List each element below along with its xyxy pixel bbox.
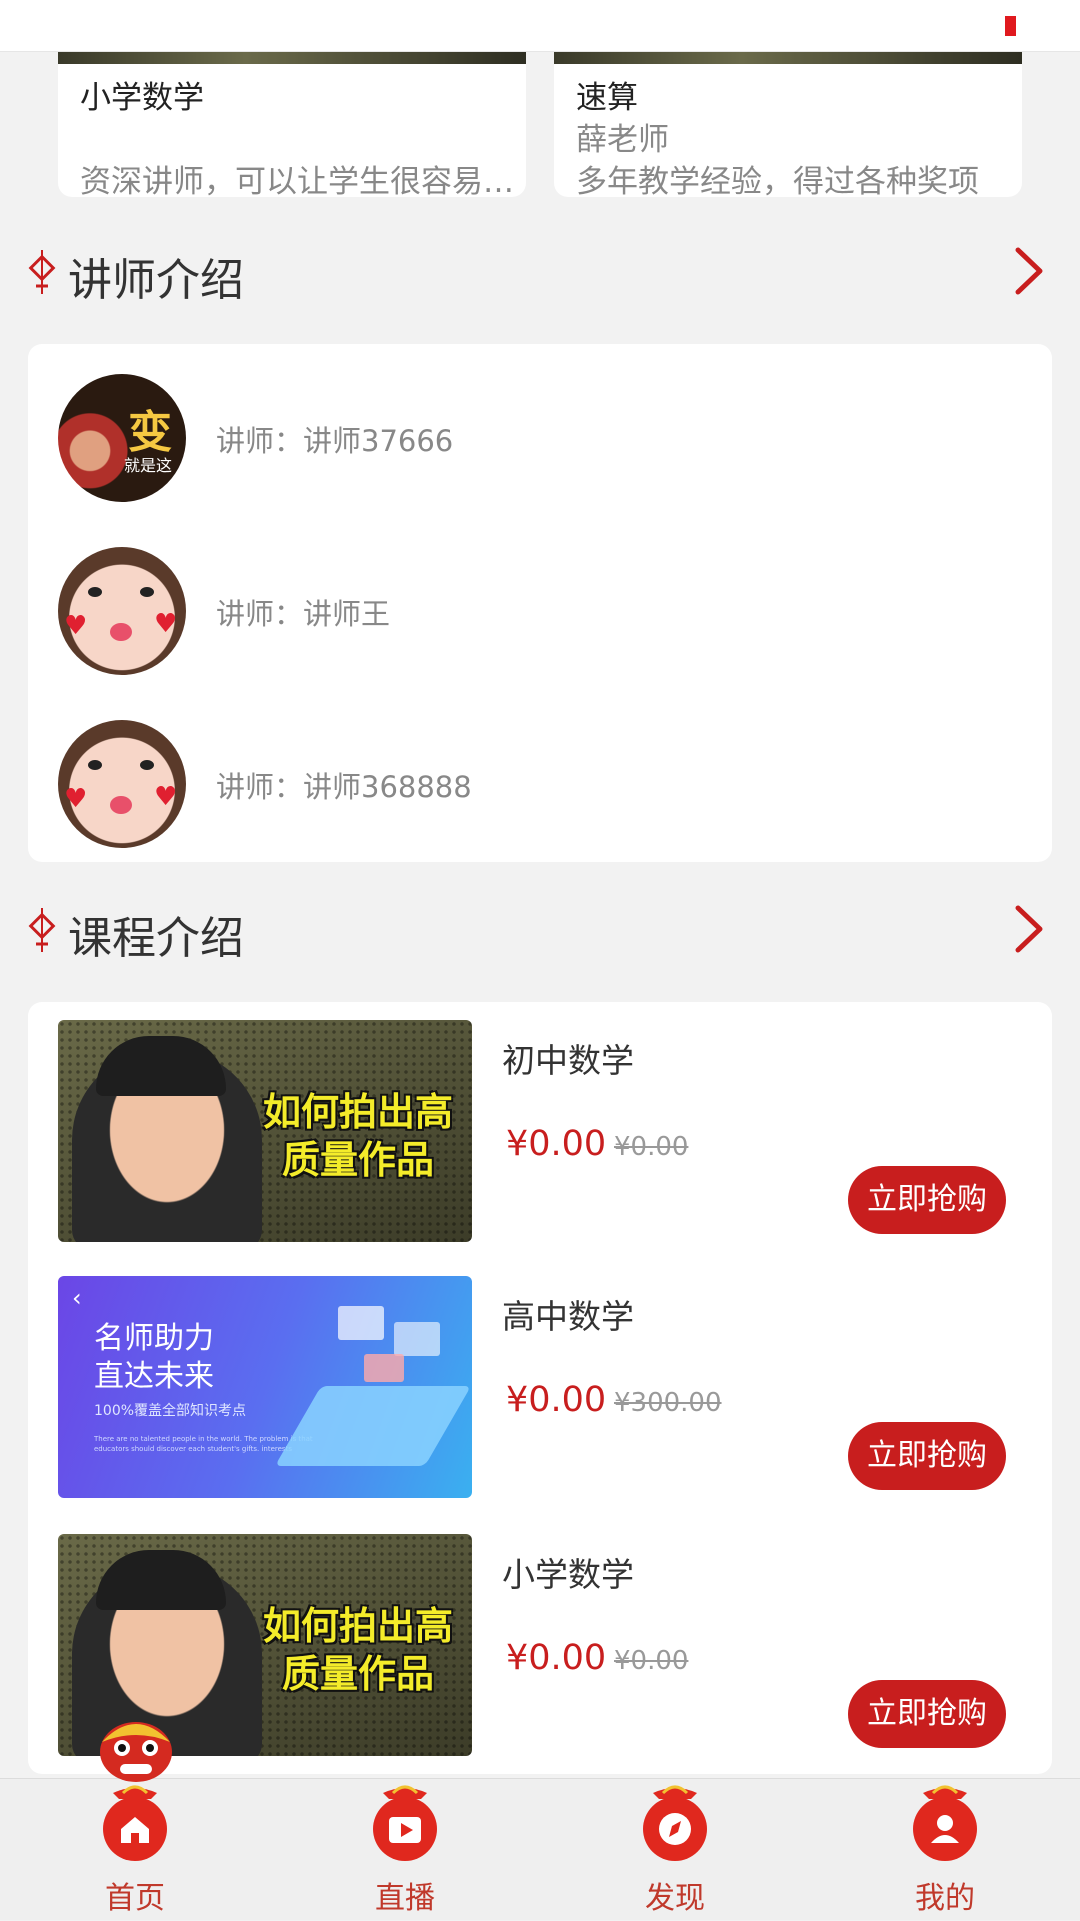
course-title: 小学数学 (502, 1555, 634, 1594)
nav-item-discover[interactable]: 发现 (595, 1779, 755, 1921)
avatar: 变 就是这 (58, 374, 186, 502)
course-item[interactable]: 如何拍出高质量作品 初中数学 ¥0.00 ¥0.00 立即抢购 (28, 1020, 1052, 1246)
course-item[interactable]: 如何拍出高质量作品 小学数学 ¥0.00 ¥0.00 立即抢购 (28, 1534, 1052, 1760)
home-icon (103, 1785, 167, 1861)
nav-item-home[interactable]: 首页 (55, 1779, 215, 1921)
section-title: 讲师介绍 (68, 255, 244, 306)
avatar-text: 变 (128, 407, 172, 458)
avatar-text: 就是这 (124, 456, 173, 475)
heart-icon: ♥ (154, 782, 178, 812)
courses-section-header[interactable]: 课程介绍 (0, 890, 1080, 970)
course-title: 高中数学 (502, 1297, 634, 1336)
teachers-list: 变 就是这 讲师：讲师37666 ♥ ♥ 讲师：讲师王 ♥ ♥ 讲师：讲师368… (28, 344, 1052, 862)
course-title: 初中数学 (502, 1041, 634, 1080)
nav-item-live[interactable]: 直播 (325, 1779, 485, 1921)
teacher-item[interactable]: ♥ ♥ 讲师：讲师368888 (28, 720, 1052, 850)
card-description: 多年教学经验，得过各种奖项 (576, 164, 979, 197)
heart-icon: ♥ (64, 784, 88, 814)
card-image (554, 52, 1022, 64)
course-original-price: ¥0.00 (614, 1646, 689, 1676)
course-price: ¥0.00 (506, 1638, 607, 1678)
compass-icon (643, 1785, 707, 1861)
thumbnail-small-text: There are no talented people in the worl… (94, 1435, 313, 1453)
card-title: 小学数学 (80, 80, 204, 116)
heart-icon: ♥ (64, 611, 88, 641)
buy-now-button[interactable]: 立即抢购 (848, 1422, 1006, 1490)
lion-dance-icon[interactable] (94, 1706, 178, 1786)
nav-label: 首页 (105, 1881, 165, 1916)
user-icon (913, 1785, 977, 1861)
course-thumbnail[interactable]: 如何拍出高质量作品 (58, 1020, 472, 1242)
avatar: ♥ ♥ (58, 547, 186, 675)
course-price: ¥0.00 (506, 1124, 607, 1164)
live-icon (373, 1785, 437, 1861)
heart-icon: ♥ (154, 609, 178, 639)
buy-now-button[interactable]: 立即抢购 (848, 1680, 1006, 1748)
nav-label: 发现 (645, 1881, 705, 1916)
chinese-knot-icon (28, 250, 56, 294)
card-title: 速算 (576, 80, 638, 116)
teacher-name: 讲师：讲师37666 (216, 424, 454, 458)
device-illustration (274, 1386, 472, 1466)
card-teacher: 薛老师 (576, 122, 669, 158)
buy-now-button[interactable]: 立即抢购 (848, 1166, 1006, 1234)
teacher-name: 讲师：讲师王 (216, 597, 391, 631)
thumbnail-headline: 如何拍出高质量作品 (262, 1604, 453, 1696)
card-image (58, 52, 526, 64)
teacher-item[interactable]: ♥ ♥ 讲师：讲师王 (28, 547, 1052, 677)
teacher-item[interactable]: 变 就是这 讲师：讲师37666 (28, 374, 1052, 504)
card-description: 资深讲师，可以让学生很容易… (80, 164, 514, 197)
nav-label: 直播 (375, 1881, 435, 1916)
course-original-price: ¥0.00 (614, 1132, 689, 1162)
courses-list: 如何拍出高质量作品 初中数学 ¥0.00 ¥0.00 立即抢购 ‹ 名师助力 直… (28, 1002, 1052, 1774)
chevron-right-icon[interactable] (1012, 904, 1046, 954)
teachers-section-header[interactable]: 讲师介绍 (0, 232, 1080, 312)
status-bar (0, 0, 1080, 52)
bottom-navigation: 首页 直播 发现 我的 (0, 1778, 1080, 1920)
course-original-price: ¥300.00 (614, 1388, 722, 1418)
course-card-speed-math[interactable]: 速算 薛老师 多年教学经验，得过各种奖项 (554, 52, 1022, 197)
course-thumbnail[interactable]: ‹ 名师助力 直达未来 100%覆盖全部知识考点 There are no ta… (58, 1276, 472, 1498)
nav-label: 我的 (915, 1881, 975, 1916)
battery-indicator-icon (1005, 16, 1016, 36)
course-item[interactable]: ‹ 名师助力 直达未来 100%覆盖全部知识考点 There are no ta… (28, 1276, 1052, 1502)
avatar: ♥ ♥ (58, 720, 186, 848)
section-title: 课程介绍 (68, 913, 244, 964)
chevron-right-icon[interactable] (1012, 246, 1046, 296)
thumbnail-headline: 名师助力 直达未来 (94, 1321, 214, 1394)
thumbnail-headline: 如何拍出高质量作品 (262, 1090, 453, 1182)
course-price: ¥0.00 (506, 1380, 607, 1420)
course-card-primary-math[interactable]: 小学数学 资深讲师，可以让学生很容易… (58, 52, 526, 197)
teacher-name: 讲师：讲师368888 (216, 770, 472, 804)
chevron-left-icon: ‹ (72, 1284, 82, 1312)
chinese-knot-icon (28, 908, 56, 952)
thumbnail-subtitle: 100%覆盖全部知识考点 (94, 1403, 247, 1419)
nav-item-mine[interactable]: 我的 (865, 1779, 1025, 1921)
